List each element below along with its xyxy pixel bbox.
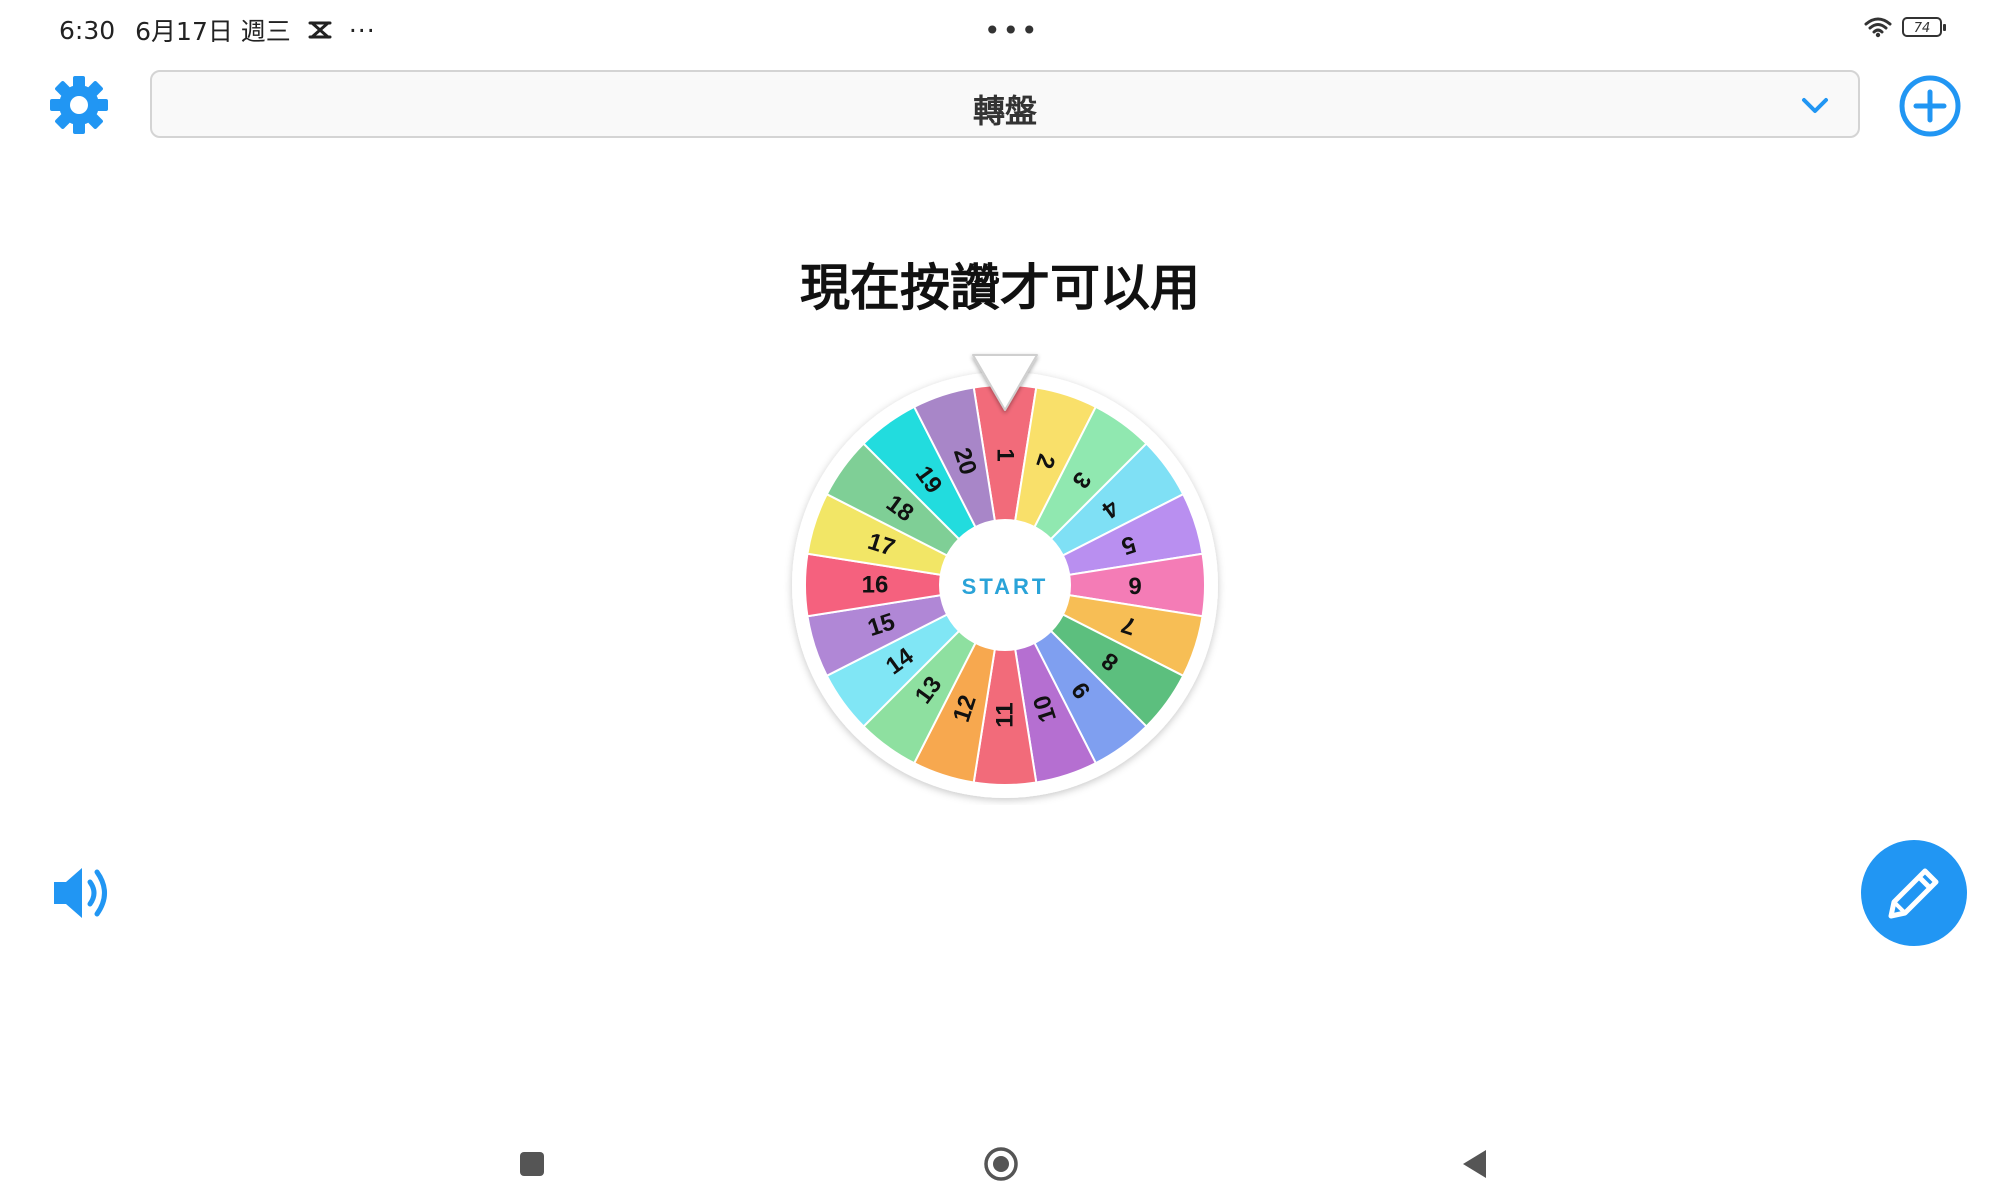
status-bar: 6:30 6月17日 週三 ··· ••• 74: [0, 0, 2000, 60]
gear-icon: [50, 76, 108, 134]
speaker-icon: [54, 868, 107, 918]
status-more: ···: [348, 15, 376, 45]
status-left: 6:30 6月17日 週三 ···: [59, 12, 376, 48]
status-center-dots: •••: [984, 14, 1040, 47]
wheel-segment-label-1: 1: [992, 448, 1019, 461]
triangle-back-icon: [1463, 1150, 1486, 1178]
status-time: 6:30: [59, 15, 116, 45]
wheel-segment-label-11: 11: [992, 702, 1019, 727]
nav-back-button[interactable]: [1460, 1148, 1488, 1180]
square-icon: [520, 1152, 544, 1176]
status-date: 6月17日 週三: [135, 17, 291, 46]
plus-circle-icon: [1899, 75, 1961, 137]
nav-recents-button[interactable]: [518, 1150, 546, 1178]
add-wheel-button[interactable]: [1898, 74, 1962, 138]
sound-toggle-button[interactable]: [50, 862, 116, 924]
circle-icon: [984, 1147, 1018, 1181]
pencil-icon: [1888, 868, 1939, 919]
status-right: 74: [1864, 16, 1946, 38]
page-title: 現在按讚才可以用: [800, 259, 1200, 317]
notification-icon: [308, 21, 332, 39]
settings-button[interactable]: [48, 74, 110, 136]
wheel-segment-label-16: 16: [862, 572, 889, 599]
spin-wheel[interactable]: 1 2345678910111213141516171819 20 START: [780, 345, 1230, 805]
wheel-name: 轉盤: [972, 92, 1037, 130]
start-button[interactable]: START: [962, 574, 1049, 599]
wifi-icon: [1864, 17, 1892, 38]
wheel-segment-label-6: 6: [1128, 572, 1141, 599]
battery-indicator: 74: [1902, 17, 1946, 37]
battery-level: 74: [1913, 21, 1931, 36]
wheel-selector-dropdown[interactable]: 轉盤: [150, 70, 1860, 138]
nav-home-button[interactable]: [983, 1146, 1019, 1182]
edit-wheel-button[interactable]: [1861, 840, 1967, 946]
chevron-down-icon: [1802, 98, 1828, 113]
